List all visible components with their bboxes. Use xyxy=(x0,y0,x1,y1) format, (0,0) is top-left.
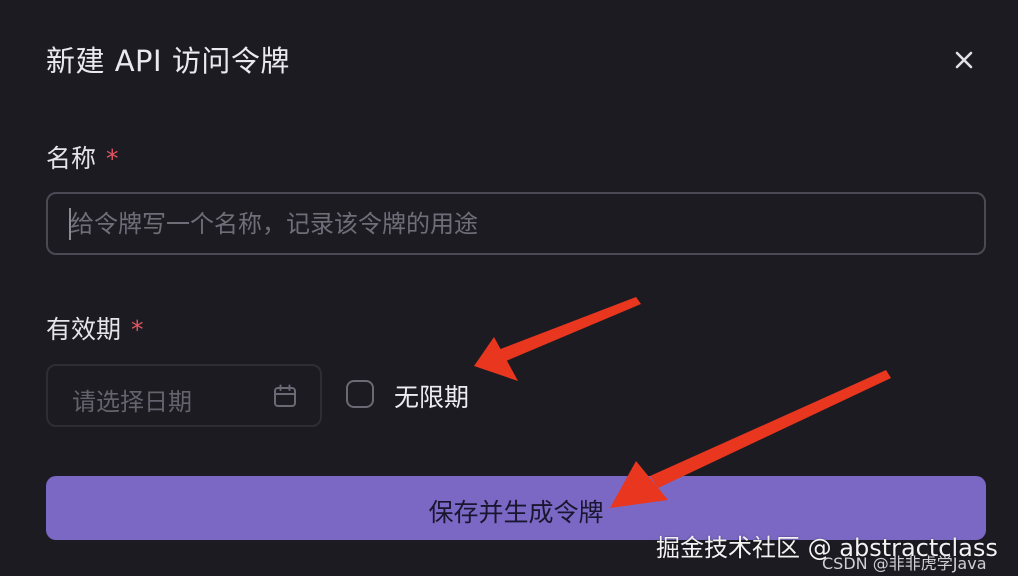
expiry-label-text: 有效期 xyxy=(46,315,122,344)
name-label-text: 名称 xyxy=(46,144,97,173)
name-field-label: 名称 * xyxy=(46,139,119,175)
no-expiry-label: 无限期 xyxy=(394,383,470,412)
name-required-mark: * xyxy=(106,144,119,173)
no-expiry-checkbox[interactable] xyxy=(346,380,374,408)
close-button[interactable] xyxy=(948,44,980,76)
calendar-icon xyxy=(274,384,296,407)
token-name-input[interactable] xyxy=(46,192,986,255)
watermark-csdn: CSDN @非非虎学Java xyxy=(822,554,987,573)
dialog-title: 新建 API 访问令牌 xyxy=(46,44,290,78)
text-caret xyxy=(69,208,71,240)
expiry-date-picker[interactable]: 请选择日期 xyxy=(46,364,322,427)
close-icon xyxy=(955,51,973,69)
save-and-generate-label: 保存并生成令牌 xyxy=(428,498,604,527)
expiry-field-label: 有效期 * xyxy=(46,310,144,346)
expiry-required-mark: * xyxy=(131,315,144,344)
create-token-dialog: 新建 API 访问令牌 名称 * 有效期 * 请选择日期 无限期 保存并生成令牌 xyxy=(0,0,1018,576)
annotation-arrow-checkbox xyxy=(474,297,641,381)
date-placeholder: 请选择日期 xyxy=(72,388,192,416)
